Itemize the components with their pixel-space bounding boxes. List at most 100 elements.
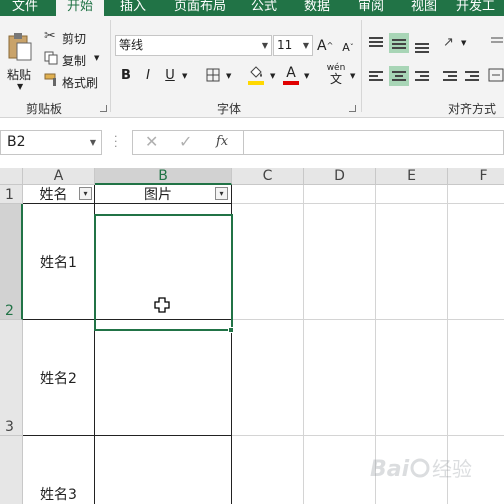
middle-align-button[interactable] [389, 33, 409, 53]
formula-bar: B2 ▼ · · · ✕ ✓ fx [0, 124, 504, 162]
column-header-f[interactable]: F [448, 168, 504, 185]
formula-input[interactable] [244, 130, 504, 155]
cell-b3[interactable] [95, 320, 232, 436]
cell-f3[interactable] [448, 320, 504, 436]
cell-b1[interactable]: 图片 ▾ [95, 185, 232, 204]
tab-developer[interactable]: 开发工 [456, 0, 504, 16]
tab-view[interactable]: 视图 [404, 0, 444, 16]
row-header-2[interactable]: 2 [0, 204, 23, 320]
wrap-text-button[interactable] [490, 35, 504, 51]
cell-d4[interactable] [304, 436, 376, 504]
column-header-b[interactable]: B [95, 168, 232, 185]
tab-file[interactable]: 文件 [0, 0, 50, 16]
cell-c1[interactable] [232, 185, 304, 204]
cell-a3[interactable]: 姓名2 [23, 320, 95, 436]
caret-up-icon: ^ [326, 41, 334, 50]
wrap-text-icon [491, 37, 503, 43]
cut-button[interactable]: ✂ 剪切 [42, 28, 94, 46]
decrease-font-size-button[interactable]: Aˇ [340, 40, 356, 56]
column-header-d[interactable]: D [304, 168, 376, 185]
copy-label: 复制 [62, 54, 87, 68]
svg-text:Bai: Bai [370, 457, 410, 482]
chevron-down-icon[interactable]: ▼ [270, 72, 275, 80]
copy-button[interactable]: 复制 ▼ [42, 50, 104, 68]
row-header-4[interactable] [0, 436, 23, 504]
insert-function-button[interactable]: fx [216, 134, 228, 149]
font-group-label: 字体 [217, 102, 242, 116]
cell-d3[interactable] [304, 320, 376, 436]
align-left-button[interactable] [366, 66, 386, 86]
font-dialog-launcher-icon[interactable] [349, 105, 356, 112]
cell-d1[interactable] [304, 185, 376, 204]
chevron-down-icon[interactable]: ▼ [350, 72, 355, 80]
cell-b4[interactable] [95, 436, 232, 504]
cell-e3[interactable] [376, 320, 448, 436]
scissors-icon: ✂ [44, 28, 56, 44]
column-header-a[interactable]: A [23, 168, 95, 185]
tab-formulas[interactable]: 公式 [244, 0, 284, 16]
bottom-align-button[interactable] [412, 33, 432, 53]
chevron-down-icon: ▼ [17, 82, 24, 91]
name-cell-text: 姓名1 [40, 254, 77, 271]
italic-button[interactable]: I [140, 68, 156, 84]
align-right-button[interactable] [412, 66, 432, 86]
font-name-value: 等线 [119, 38, 144, 52]
cell-a2[interactable]: 姓名1 [23, 204, 95, 320]
column-header-c[interactable]: C [232, 168, 304, 185]
fill-color-button[interactable] [248, 66, 266, 86]
cell-a4[interactable]: 姓名3 [23, 436, 95, 504]
tab-home[interactable]: 开始 [56, 0, 104, 16]
cell-d2[interactable] [304, 204, 376, 320]
tab-data[interactable]: 数据 [296, 0, 338, 16]
font-size-value: 11 [277, 38, 293, 52]
format-painter-button[interactable]: 格式刷 [42, 72, 104, 90]
row-number: 1 [5, 187, 14, 203]
top-align-button[interactable] [366, 33, 386, 53]
decrease-indent-button[interactable] [440, 66, 460, 86]
enter-check-icon[interactable]: ✓ [179, 132, 192, 151]
underline-button[interactable]: U [162, 68, 178, 84]
cell-a1[interactable]: 姓名 ▾ [23, 185, 95, 204]
name-cell-text: 姓名2 [40, 370, 77, 387]
row-header-3[interactable]: 3 [0, 320, 23, 436]
clipboard-dialog-launcher-icon[interactable] [100, 105, 107, 112]
cell-c3[interactable] [232, 320, 304, 436]
merge-center-button[interactable] [488, 68, 504, 84]
phonetic-guide-button[interactable]: wén 文 [325, 64, 347, 86]
cell-selection-outline [94, 214, 233, 331]
cancel-icon[interactable]: ✕ [145, 132, 158, 151]
copy-icon [44, 51, 58, 65]
font-name-combo[interactable]: 等线 ▼ [115, 35, 272, 56]
select-all-corner[interactable] [0, 168, 23, 185]
chevron-down-icon[interactable]: ▼ [182, 72, 187, 80]
cell-c2[interactable] [232, 204, 304, 320]
filter-sort-icon[interactable]: ▾ [79, 187, 92, 200]
row-header-1[interactable]: 1 [0, 185, 23, 204]
more-options-icon[interactable]: · · · [114, 131, 120, 152]
increase-font-size-button[interactable]: A^ [317, 38, 333, 54]
cell-f1[interactable] [448, 185, 504, 204]
font-color-button[interactable]: A [283, 66, 299, 86]
cell-c4[interactable] [232, 436, 304, 504]
increase-indent-button[interactable] [462, 66, 482, 86]
border-button[interactable] [206, 68, 222, 84]
paste-button[interactable]: 粘贴 ▼ [4, 30, 36, 91]
phonetic-char: 文 [329, 72, 342, 86]
cell-e2[interactable] [376, 204, 448, 320]
fill-handle[interactable] [228, 327, 234, 333]
column-header-e[interactable]: E [376, 168, 448, 185]
tab-page-layout[interactable]: 页面布局 [166, 0, 234, 16]
name-box[interactable]: B2 ▼ [0, 130, 102, 155]
font-size-combo[interactable]: 11 ▼ [273, 35, 313, 56]
paste-label: 粘贴 [7, 68, 32, 82]
cell-f2[interactable] [448, 204, 504, 320]
cell-e1[interactable] [376, 185, 448, 204]
align-center-button[interactable] [389, 66, 409, 86]
orientation-button[interactable]: ↗ ▼ [443, 35, 471, 51]
bold-button[interactable]: B [118, 68, 134, 84]
filter-dropdown-icon[interactable]: ▾ [215, 187, 228, 200]
chevron-down-icon[interactable]: ▼ [226, 72, 231, 80]
tab-review[interactable]: 审阅 [350, 0, 392, 16]
chevron-down-icon[interactable]: ▼ [304, 72, 309, 80]
tab-insert[interactable]: 插入 [112, 0, 154, 16]
